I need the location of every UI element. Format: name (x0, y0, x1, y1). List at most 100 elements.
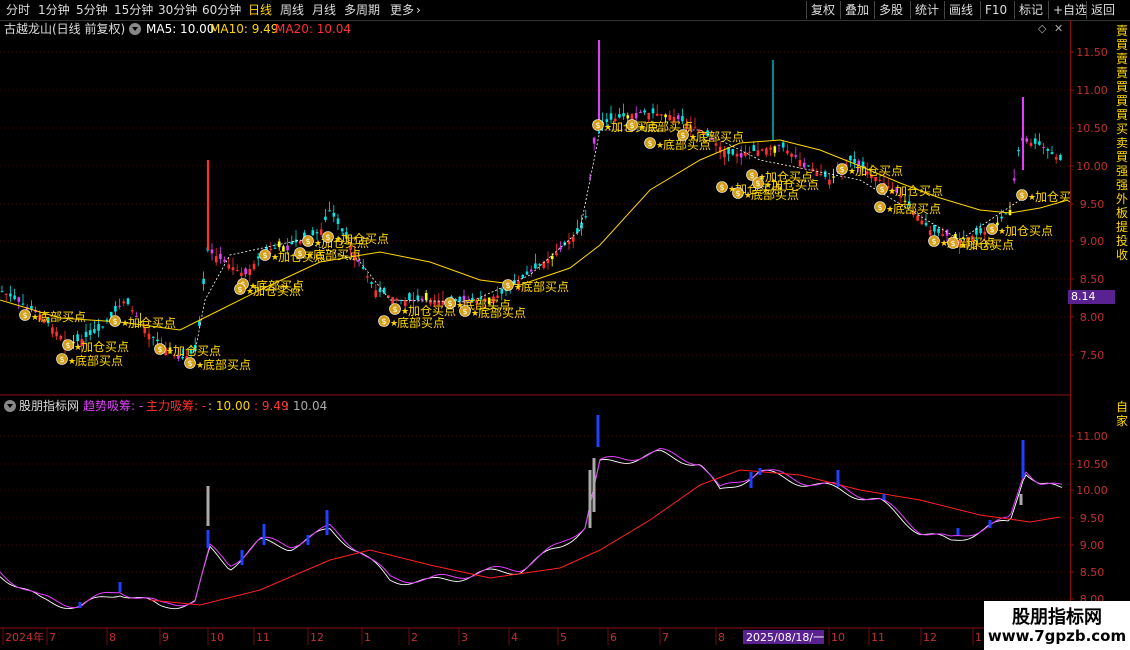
money-bag-glyph: $ (392, 305, 397, 314)
signal-annotation: 加仓买点 (1005, 224, 1053, 238)
date-label: 11 (871, 631, 885, 644)
candle-body (324, 216, 327, 221)
signal-annotation: 加仓买点 (128, 316, 176, 330)
money-bag-glyph: $ (680, 131, 685, 140)
candle-body (126, 298, 130, 305)
candle-body (567, 241, 571, 244)
candle-body (109, 311, 113, 317)
signal-annotation: 底部买点 (313, 247, 361, 262)
date-label: 11 (256, 631, 270, 644)
candle-body (731, 148, 735, 155)
indicator-bar (325, 510, 329, 535)
candle-body (424, 293, 428, 300)
money-bag-glyph: $ (595, 121, 600, 130)
indicator-bar (596, 415, 600, 447)
kline-chart[interactable]: 11.5011.0010.5010.009.509.008.508.007.50… (0, 0, 1130, 650)
indicator-bar (78, 602, 82, 608)
candle-body (130, 310, 134, 312)
candle-body (332, 212, 336, 217)
candle-body (916, 215, 919, 221)
money-bag-glyph: $ (735, 189, 740, 198)
candle-body (256, 256, 260, 259)
indicator-bar (118, 582, 122, 592)
money-bag-glyph: $ (262, 251, 267, 260)
candle-body (328, 210, 331, 212)
indicator-bar (240, 550, 244, 565)
money-bag-glyph: $ (237, 285, 242, 294)
candle-body (231, 267, 235, 271)
money-bag-glyph: $ (187, 359, 192, 368)
candle-body (76, 334, 79, 342)
signal-annotation: 加仓买点 (253, 284, 301, 298)
candle-body (9, 293, 12, 297)
candle-body (634, 113, 638, 119)
candle-body (4, 293, 8, 295)
trend-line-white (0, 449, 1063, 610)
candle-body (21, 303, 25, 305)
candle-body (378, 288, 382, 292)
candle-body (202, 278, 205, 284)
candle-body (147, 333, 151, 340)
signal-annotation: 加仓买点 (173, 344, 221, 358)
candle-body (828, 179, 831, 185)
indicator-bar (749, 472, 753, 488)
money-bag-glyph: $ (629, 121, 634, 130)
candle-body (550, 255, 554, 260)
candle-body (84, 331, 88, 337)
candle-body (777, 144, 781, 146)
candle-body (534, 263, 537, 269)
signal-annotation: 加仓买点 (895, 184, 943, 198)
date-label: 6 (610, 631, 617, 644)
indicator-bar (956, 528, 960, 535)
candle-body (366, 276, 369, 278)
money-bag-glyph: $ (59, 355, 64, 364)
candle-body (1038, 141, 1041, 145)
date-label: 8 (109, 631, 116, 644)
signal-annotation: 加仓买点 (855, 164, 903, 178)
candle-body (769, 147, 772, 150)
indicator-bar (306, 535, 310, 545)
candle-body (996, 222, 999, 226)
candle-body (781, 142, 785, 148)
candle-body (555, 252, 558, 256)
candle-body (1025, 138, 1029, 142)
watermark-title: 股朋指标网 (1012, 607, 1102, 628)
date-label: 12 (310, 631, 324, 644)
money-bag-glyph: $ (647, 139, 652, 148)
candle-body (0, 291, 4, 293)
candle-body (97, 323, 100, 331)
candle-body (311, 230, 315, 236)
money-bag-glyph: $ (381, 317, 386, 326)
candle-body (592, 137, 596, 144)
signal-annotation: 加仓买点 (771, 178, 819, 192)
indicator-bar (206, 530, 210, 548)
right-side-labels-bottom: 自家 (1116, 400, 1129, 428)
indicator-bar (592, 458, 596, 512)
date-label: 5 (560, 631, 567, 644)
candle-body (1050, 152, 1054, 154)
candle-body (798, 160, 802, 167)
candle-body (773, 146, 777, 153)
signal-annotation: 加仓买点 (966, 238, 1014, 252)
money-bag-glyph: $ (65, 341, 70, 350)
candle-body (626, 115, 630, 119)
candle-body (945, 229, 949, 236)
candle-body (214, 256, 218, 263)
cursor-date-label: 2025/08/18/一 (746, 631, 824, 644)
candle-body (88, 330, 92, 335)
candle-body (639, 112, 642, 114)
candle-body (664, 114, 667, 118)
candle-body (756, 150, 760, 157)
candle-body (622, 113, 625, 117)
candle-body (269, 248, 273, 251)
candle-body (1029, 142, 1033, 146)
candle-body (521, 275, 525, 278)
money-bag-glyph: $ (950, 239, 955, 248)
candle-body (878, 179, 882, 181)
money-bag-glyph: $ (325, 233, 330, 242)
money-bag-glyph: $ (297, 249, 302, 258)
signal-annotation: 底部买点 (478, 305, 526, 320)
candle-body (51, 327, 54, 334)
date-label: 10 (831, 631, 845, 644)
candle-body (979, 228, 982, 234)
